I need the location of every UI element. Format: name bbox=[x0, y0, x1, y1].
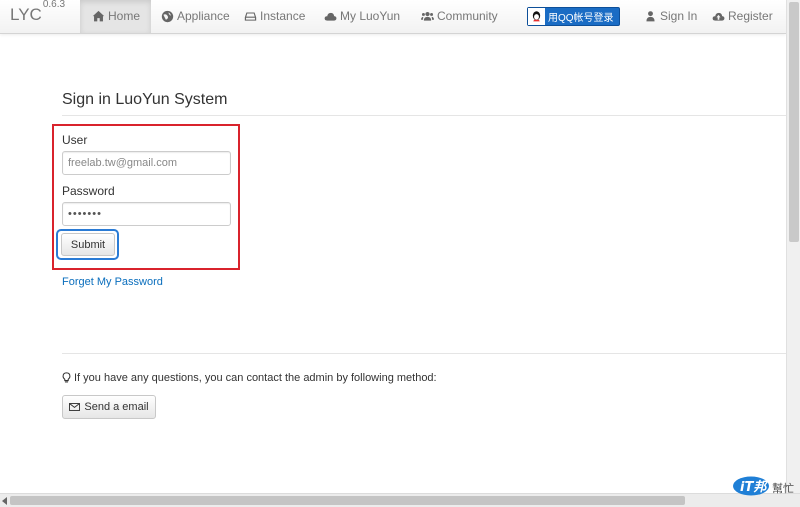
scroll-left-arrow-icon[interactable] bbox=[2, 497, 7, 505]
nav-label-appliance: Appliance bbox=[177, 9, 230, 23]
nav-label-community: Community bbox=[437, 9, 498, 23]
nav-label-register: Register bbox=[728, 9, 773, 23]
forget-password-link[interactable]: Forget My Password bbox=[62, 276, 163, 288]
submit-button[interactable]: Submit bbox=[61, 233, 115, 256]
nav-item-instance[interactable]: Instance bbox=[243, 0, 305, 33]
qq-login-label: 用QQ帐号登录 bbox=[548, 13, 614, 24]
password-input[interactable] bbox=[62, 202, 231, 226]
nav-item-my-luoyun[interactable]: My LuoYun bbox=[323, 0, 400, 33]
top-navbar: LYC0.6.3 Home Appliance Instance My LuoY… bbox=[0, 0, 786, 34]
globe-icon bbox=[160, 10, 174, 24]
watermark-sub: 幫忙 bbox=[772, 481, 794, 495]
section-divider bbox=[62, 353, 786, 354]
user-input[interactable] bbox=[62, 151, 231, 175]
nav-item-register[interactable]: Register bbox=[711, 0, 773, 33]
user-label: User bbox=[62, 133, 88, 147]
envelope-icon bbox=[69, 403, 81, 411]
qq-logo-icon bbox=[528, 8, 545, 25]
send-email-button[interactable]: Send a email bbox=[62, 395, 156, 419]
nav-label-instance: Instance bbox=[260, 9, 306, 23]
user-icon bbox=[643, 10, 657, 24]
nav-item-sign-in[interactable]: Sign In bbox=[643, 0, 697, 33]
help-text: If you have any questions, you can conta… bbox=[74, 372, 437, 384]
brand-version: 0.6.3 bbox=[42, 0, 66, 11]
qq-login-button[interactable]: 用QQ帐号登录 bbox=[527, 7, 620, 26]
cloud-upload-icon bbox=[711, 10, 725, 24]
vertical-scroll-thumb[interactable] bbox=[789, 2, 799, 242]
password-label: Password bbox=[62, 184, 115, 198]
hdd-icon bbox=[243, 10, 257, 24]
nav-label-my-luoyun: My LuoYun bbox=[340, 9, 401, 23]
nav-item-community[interactable]: Community bbox=[420, 0, 498, 33]
ithome-watermark-logo: iT邦 幫忙 bbox=[732, 474, 800, 496]
home-icon bbox=[91, 10, 105, 24]
help-message: If you have any questions, you can conta… bbox=[62, 372, 437, 384]
watermark-brand: iT邦 bbox=[740, 479, 769, 495]
nav-item-appliance[interactable]: Appliance bbox=[160, 0, 230, 33]
cloud-icon bbox=[323, 10, 337, 24]
brand-logo[interactable]: LYC0.6.3 bbox=[10, 0, 65, 25]
title-divider bbox=[62, 115, 786, 116]
nav-label-sign-in: Sign In bbox=[660, 9, 698, 23]
nav-label-home: Home bbox=[108, 9, 141, 23]
page-title: Sign in LuoYun System bbox=[62, 91, 228, 108]
send-email-label: Send a email bbox=[84, 401, 149, 413]
vertical-scrollbar[interactable] bbox=[786, 0, 800, 493]
nav-item-home[interactable]: Home bbox=[80, 0, 152, 33]
horizontal-scrollbar[interactable] bbox=[0, 493, 800, 507]
brand-name: LYC bbox=[10, 5, 42, 24]
horizontal-scroll-thumb[interactable] bbox=[10, 496, 685, 505]
lightbulb-icon bbox=[62, 372, 71, 383]
group-icon bbox=[420, 10, 434, 24]
